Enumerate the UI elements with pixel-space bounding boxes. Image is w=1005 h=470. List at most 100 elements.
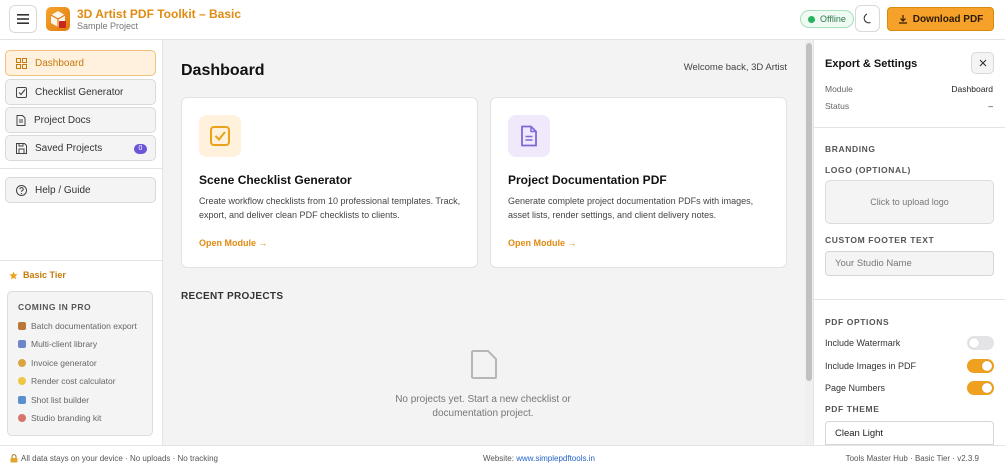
hamburger-icon bbox=[17, 14, 29, 24]
sidebar-item-dashboard[interactable]: Dashboard bbox=[5, 50, 156, 76]
sidebar-divider bbox=[0, 260, 163, 261]
export-settings-panel: Export & Settings Module Dashboard Statu… bbox=[813, 40, 1005, 445]
card-title: Project Documentation PDF bbox=[508, 173, 667, 187]
lock-icon bbox=[10, 454, 18, 463]
sidebar-item-label: Dashboard bbox=[35, 57, 84, 69]
footer-text-input[interactable] bbox=[825, 251, 994, 276]
watermark-toggle[interactable] bbox=[967, 336, 994, 350]
main-content: Dashboard Welcome back, 3D Artist Scene … bbox=[163, 40, 813, 445]
sidebar-divider bbox=[0, 168, 163, 169]
status-footer: All data stays on your device · No uploa… bbox=[0, 445, 1005, 470]
status-value: – bbox=[988, 101, 993, 111]
list-item: Invoice generator bbox=[18, 358, 97, 368]
clapperboard-icon bbox=[18, 396, 26, 404]
library-icon bbox=[18, 340, 26, 348]
card-description: Create workflow checklists from 10 profe… bbox=[199, 196, 461, 220]
sidebar: Dashboard Checklist Generator Project Do… bbox=[0, 40, 163, 445]
empty-file-icon bbox=[471, 350, 497, 379]
sidebar-item-saved-projects[interactable]: Saved Projects 0 bbox=[5, 135, 156, 161]
save-icon bbox=[16, 142, 27, 154]
sidebar-item-label: Help / Guide bbox=[35, 184, 91, 196]
app-title: 3D Artist PDF Toolkit – Basic bbox=[77, 7, 242, 21]
module-value: Dashboard bbox=[951, 84, 993, 94]
website-link[interactable]: www.simplepdftools.in bbox=[516, 454, 595, 463]
open-module-link[interactable]: Open Module → bbox=[199, 238, 268, 248]
list-item-label: Multi-client library bbox=[31, 339, 98, 349]
coming-in-pro-box: COMING IN PRO Batch documentation export… bbox=[7, 291, 153, 436]
module-key: Module bbox=[825, 84, 853, 94]
images-toggle-label: Include Images in PDF bbox=[825, 361, 917, 371]
panel-divider bbox=[814, 127, 1005, 128]
pro-box-title: COMING IN PRO bbox=[18, 302, 92, 312]
card-description: Generate complete project documentation … bbox=[508, 196, 754, 220]
list-item-label: Invoice generator bbox=[31, 358, 97, 368]
project-docs-card[interactable]: Project Documentation PDF Generate compl… bbox=[490, 97, 787, 268]
empty-state-text: No projects yet. Start a new checklist o… bbox=[395, 394, 571, 419]
website-label: Website: bbox=[483, 454, 514, 463]
welcome-message: Welcome back, 3D Artist bbox=[683, 62, 787, 73]
privacy-note: All data stays on your device · No uploa… bbox=[10, 454, 218, 463]
list-item: Shot list builder bbox=[18, 395, 89, 405]
page-title: Dashboard bbox=[181, 62, 265, 79]
watermark-toggle-label: Include Watermark bbox=[825, 338, 901, 348]
sidebar-item-label: Saved Projects bbox=[35, 142, 103, 154]
star-icon bbox=[9, 270, 18, 279]
panel-divider bbox=[814, 299, 1005, 300]
package-icon bbox=[18, 322, 26, 330]
app-logo bbox=[46, 7, 70, 31]
saved-count-badge: 0 bbox=[134, 144, 147, 154]
tier-name: Basic Tier bbox=[23, 270, 66, 280]
list-item-label: Studio branding kit bbox=[31, 413, 102, 423]
lightbulb-icon bbox=[18, 377, 26, 385]
sidebar-item-help[interactable]: Help / Guide bbox=[5, 177, 156, 203]
open-module-link[interactable]: Open Module → bbox=[508, 238, 577, 248]
project-name: Sample Project bbox=[77, 21, 139, 31]
list-item: Render cost calculator bbox=[18, 376, 116, 386]
list-item-label: Shot list builder bbox=[31, 395, 90, 405]
help-icon bbox=[16, 184, 27, 196]
status-label: Offline bbox=[820, 14, 846, 24]
download-label: Download PDF bbox=[912, 13, 984, 25]
branding-heading: BRANDING bbox=[825, 144, 876, 154]
checklist-generator-card[interactable]: Scene Checklist Generator Create workflo… bbox=[181, 97, 478, 268]
footer-text-label: CUSTOM FOOTER TEXT bbox=[825, 235, 935, 245]
theme-toggle-button[interactable] bbox=[855, 5, 880, 32]
status-key: Status bbox=[825, 101, 850, 111]
page-numbers-toggle[interactable] bbox=[967, 381, 994, 395]
offline-status-badge: Offline bbox=[800, 10, 854, 28]
recent-projects-heading: RECENT PROJECTS bbox=[181, 291, 284, 302]
privacy-text: All data stays on your device · No uploa… bbox=[21, 454, 218, 463]
document-icon bbox=[16, 114, 26, 126]
sidebar-item-project-docs[interactable]: Project Docs bbox=[5, 107, 156, 133]
list-item-label: Batch documentation export bbox=[31, 321, 137, 331]
menu-button[interactable] bbox=[9, 5, 37, 33]
list-item: Multi-client library bbox=[18, 339, 97, 349]
sidebar-item-label: Project Docs bbox=[34, 114, 91, 126]
moon-icon bbox=[863, 12, 871, 23]
status-dot-icon bbox=[808, 15, 815, 23]
page-numbers-toggle-label: Page Numbers bbox=[825, 383, 886, 393]
tier-label: Basic Tier bbox=[9, 270, 66, 280]
sidebar-item-checklist-generator[interactable]: Checklist Generator bbox=[5, 79, 156, 105]
pdf-options-heading: PDF OPTIONS bbox=[825, 317, 890, 327]
logo-upload-area[interactable]: Click to upload logo bbox=[825, 180, 994, 224]
grid-icon bbox=[16, 57, 27, 69]
download-icon bbox=[898, 15, 907, 24]
website-info: Website: www.simplepdftools.in bbox=[483, 454, 595, 463]
money-bag-icon bbox=[18, 359, 26, 367]
scrollbar-thumb[interactable] bbox=[806, 43, 812, 381]
pdf-theme-label: PDF THEME bbox=[825, 404, 880, 414]
images-toggle[interactable] bbox=[967, 359, 994, 373]
pdf-theme-select[interactable]: Clean Light bbox=[825, 421, 994, 445]
panel-title: Export & Settings bbox=[825, 58, 918, 70]
list-item-label: Render cost calculator bbox=[31, 376, 116, 386]
close-panel-button[interactable] bbox=[971, 52, 994, 74]
document-icon bbox=[508, 115, 550, 157]
list-item: Batch documentation export bbox=[18, 321, 137, 331]
main-scrollbar[interactable] bbox=[805, 40, 813, 445]
palette-icon bbox=[18, 414, 26, 422]
download-pdf-button[interactable]: Download PDF bbox=[887, 7, 994, 31]
checkbox-icon bbox=[16, 86, 27, 98]
list-item: Studio branding kit bbox=[18, 413, 101, 423]
logo-label: LOGO (OPTIONAL) bbox=[825, 165, 911, 175]
